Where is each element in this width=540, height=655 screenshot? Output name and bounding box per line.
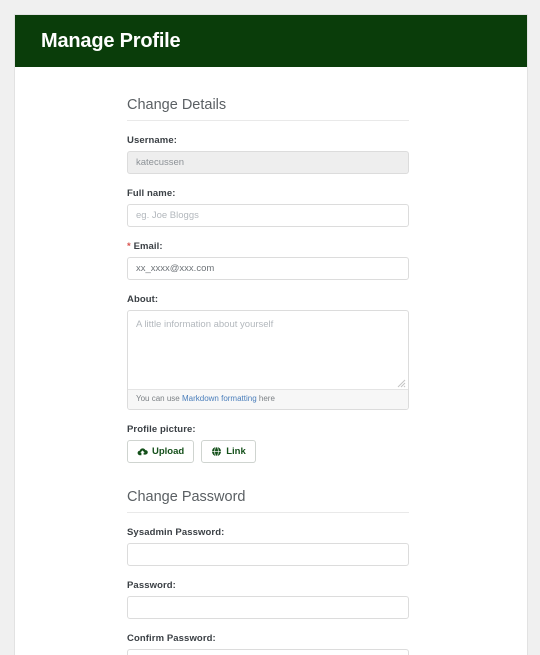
profile-picture-label: Profile picture: [127,423,196,435]
full-name-label: Full name: [127,188,176,199]
link-button-label: Link [226,445,246,457]
about-textarea-wrapper: You can use Markdown formatting here [127,310,409,410]
password-label: Password: [127,579,176,591]
username-input [127,151,409,174]
change-password-heading: Change Password [127,488,246,505]
username-field-group: Username: [127,135,409,174]
cloud-upload-icon [137,446,148,457]
markdown-help-text: You can use Markdown formatting here [128,389,408,409]
page-title: Manage Profile [41,29,181,52]
email-input[interactable] [127,257,409,280]
email-label-text: Email: [133,241,163,252]
link-button[interactable]: Link [201,439,256,463]
app-header: Manage Profile [15,15,527,67]
confirm-password-field-group: Confirm Password: [127,633,409,655]
page-content: Change Details Username: Full name: * Em… [15,67,527,655]
textarea-resize-handle[interactable] [128,379,408,389]
password-input[interactable] [127,595,409,619]
section-divider [127,120,409,121]
about-label: About: [127,294,159,305]
profile-form: Change Details Username: Full name: * Em… [127,97,409,655]
password-section-divider [127,511,409,513]
confirm-password-label: Confirm Password: [127,632,216,644]
profile-picture-field-group: Profile picture: Upload Link [127,424,409,463]
email-label: * Email: [127,241,409,252]
globe-link-icon [211,446,222,457]
full-name-field-group: Full name: [127,188,409,227]
page-background: Manage Profile Change Details Username: … [0,0,540,655]
email-field-group: * Email: [127,241,409,280]
sysadmin-password-input[interactable] [127,542,409,566]
markdown-help-suffix: here [256,394,275,403]
upload-button-label: Upload [152,445,185,457]
confirm-password-input[interactable] [127,648,409,655]
required-marker-icon: * [127,241,131,252]
profile-card: Manage Profile Change Details Username: … [14,14,528,655]
username-label: Username: [127,135,178,146]
profile-picture-buttons: Upload Link [127,439,409,463]
change-details-heading: Change Details [127,97,227,113]
sysadmin-password-label: Sysadmin Password: [127,526,225,538]
markdown-help-prefix: You can use [136,394,182,403]
about-field-group: About: You can use Markdown formatting h… [127,294,409,410]
password-field-group: Password: [127,580,409,619]
about-textarea[interactable] [128,311,408,379]
sysadmin-password-field-group: Sysadmin Password: [127,527,409,566]
upload-button[interactable]: Upload [127,439,195,463]
full-name-input[interactable] [127,204,409,227]
markdown-formatting-link[interactable]: Markdown formatting [182,394,257,403]
